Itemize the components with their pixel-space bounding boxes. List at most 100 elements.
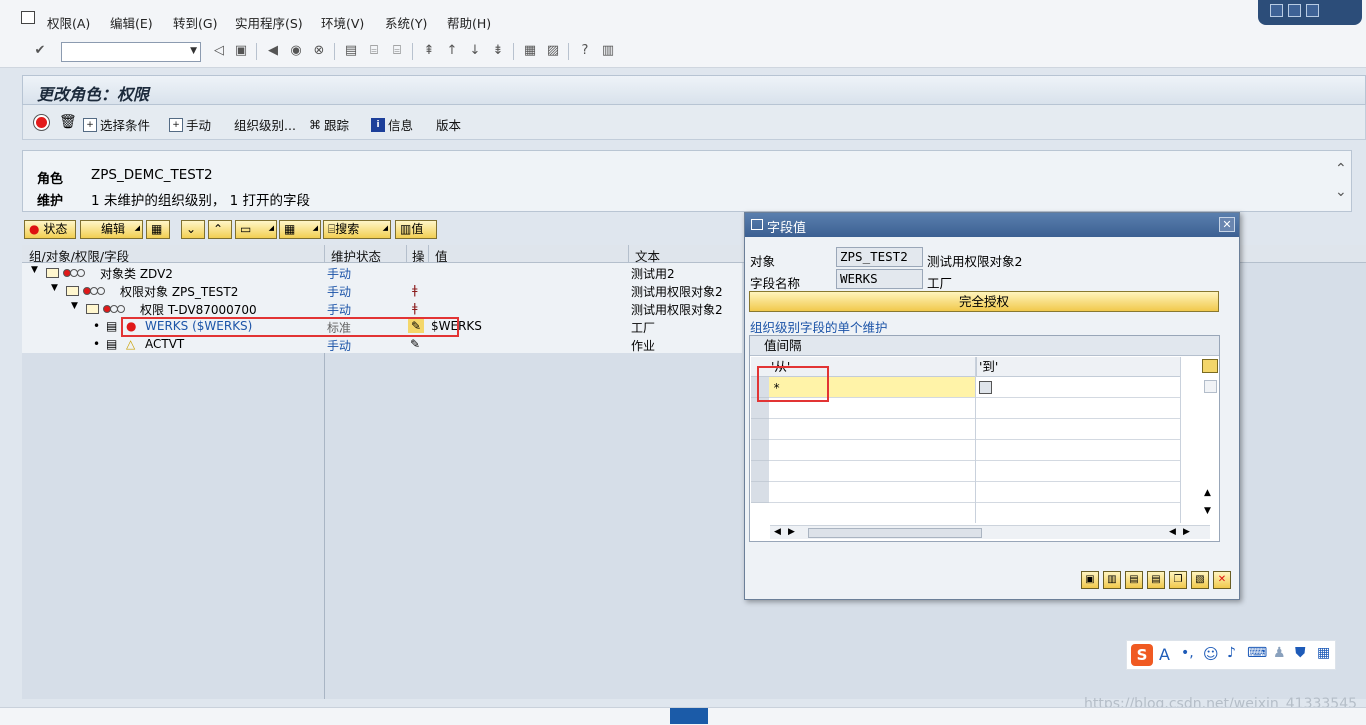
scroll-left-icon[interactable]: ◀ — [774, 527, 781, 537]
back-arrow-icon[interactable]: ◁ — [211, 43, 227, 59]
column-settings-icon[interactable] — [1202, 359, 1218, 373]
help-icon[interactable]: ? — [577, 43, 593, 59]
edit-button[interactable]: 编辑 ◢ — [80, 220, 143, 239]
scroll-down-icon[interactable]: ⌄ — [1335, 184, 1347, 200]
find-next-icon[interactable]: ⌸ — [389, 43, 405, 59]
menu-utilities[interactable]: 实用程序(S) — [235, 13, 303, 32]
trace-button[interactable]: ⌘ 跟踪 — [309, 115, 349, 134]
print-button[interactable]: ▭ ◢ — [235, 220, 277, 239]
delete-icon[interactable]: 🗑 — [59, 114, 77, 130]
skin-icon[interactable]: ♟ — [1273, 645, 1286, 661]
menu-help[interactable]: 帮助(H) — [447, 13, 491, 32]
expand-toggle-icon[interactable]: ▼ — [51, 283, 58, 293]
scroll-left-icon[interactable]: ◀ — [1169, 527, 1176, 537]
save-icon[interactable]: ▣ — [233, 43, 249, 59]
menu-environment[interactable]: 环境(V) — [321, 13, 364, 32]
multiple-selection-icon[interactable] — [979, 381, 992, 394]
tree-row[interactable]: ▼ 权限对象 ZPS_TEST2 手动 ǂ 测试用权限对象2 — [22, 281, 742, 299]
status-button[interactable]: ● 状态 — [24, 220, 76, 239]
prev-page-icon[interactable]: ↑ — [444, 43, 460, 59]
value-button[interactable]: ▥值 — [395, 220, 437, 239]
expand-button[interactable]: ⌄ — [181, 220, 205, 239]
grid-menu-icon[interactable]: ▦ — [1317, 645, 1330, 661]
enter-icon[interactable]: ✔ — [32, 43, 48, 59]
org-level-button[interactable]: ▦ — [146, 220, 170, 239]
row-selector[interactable] — [751, 419, 769, 440]
menu-system[interactable]: 系统(Y) — [385, 13, 427, 32]
chevron-down-icon[interactable]: ▼ — [190, 46, 197, 56]
insert-row-icon[interactable]: ▤ — [1125, 571, 1143, 589]
authorization-operation-icon[interactable]: ǂ — [412, 301, 418, 315]
scroll-right-icon[interactable]: ▶ — [1183, 527, 1190, 537]
scroll-thumb[interactable] — [808, 528, 982, 538]
tree-row[interactable]: • ▤ △ ACTVT 手动 ✎ 作业 — [22, 335, 742, 353]
version-button[interactable]: 版本 — [436, 115, 461, 134]
emoji-icon[interactable]: ☺ — [1203, 645, 1219, 663]
layout-icon[interactable]: ▥ — [600, 43, 616, 59]
tree-row[interactable]: ▼ 权限 T-DV87000700 手动 ǂ 测试用权限对象2 — [22, 299, 742, 317]
scroll-right-icon[interactable]: ▶ — [788, 527, 795, 537]
collapse-button[interactable]: ⌃ — [208, 220, 232, 239]
traffic-light-icon — [82, 284, 105, 298]
exit-icon[interactable]: ◉ — [288, 43, 304, 59]
minimize-icon[interactable] — [1270, 4, 1283, 17]
horizontal-scrollbar[interactable]: ◀ ▶ ◀ ▶ — [770, 525, 1210, 539]
dropdown-arrow-icon: ◢ — [268, 224, 274, 232]
restore-icon[interactable] — [1288, 4, 1301, 17]
shortcut-icon[interactable]: ▨ — [545, 43, 561, 59]
object-operation-icon[interactable]: ǂ — [412, 283, 418, 297]
menu-icon[interactable] — [21, 11, 35, 24]
menu-authorization[interactable]: 权限(A) — [47, 13, 90, 32]
highlight-box — [757, 366, 829, 402]
find-icon[interactable]: ⌸ — [366, 43, 382, 59]
save-icon[interactable]: ▣ — [1081, 571, 1099, 589]
sogou-logo-icon[interactable]: S — [1131, 644, 1153, 666]
select-criteria-button[interactable]: + 选择条件 — [83, 115, 150, 134]
col-to-header[interactable]: '到' — [976, 357, 1180, 377]
menu-goto[interactable]: 转到(G) — [173, 13, 217, 32]
expand-toggle-icon[interactable]: ▼ — [71, 301, 78, 311]
punctuation-icon[interactable]: •, — [1181, 645, 1194, 661]
delete-row-icon[interactable]: ▥ — [1103, 571, 1121, 589]
expand-toggle-icon[interactable]: ▼ — [31, 265, 38, 275]
row-selector[interactable] — [751, 440, 769, 461]
tree-row[interactable]: ▼ 对象类 ZDV2 手动 测试用2 — [22, 263, 742, 281]
pencil-icon[interactable]: ✎ — [410, 337, 420, 351]
cancel-icon[interactable]: ✕ — [1213, 571, 1231, 589]
scroll-up-arrow-icon[interactable]: ▲ — [1204, 488, 1211, 498]
highlight-box — [121, 317, 459, 337]
full-authorization-button[interactable]: 完全授权 — [749, 291, 1219, 312]
keyboard-icon[interactable]: ⌨ — [1247, 645, 1267, 661]
last-page-icon[interactable]: ⇟ — [490, 43, 506, 59]
back-icon[interactable]: ◀ — [265, 43, 281, 59]
close-window-icon[interactable] — [1306, 4, 1319, 17]
row-selector[interactable] — [751, 461, 769, 482]
print-icon[interactable]: ▤ — [343, 43, 359, 59]
search-button[interactable]: ⌸搜索 ◢ — [323, 220, 391, 239]
select-icon[interactable]: ▤ — [1147, 571, 1165, 589]
screen-title-bar: 更改角色：权限 — [22, 75, 1366, 105]
generate-icon[interactable] — [34, 115, 49, 130]
paste-icon[interactable]: ▧ — [1191, 571, 1209, 589]
column-select-icon[interactable] — [1204, 380, 1217, 393]
microphone-icon[interactable]: ♪ — [1227, 645, 1236, 661]
scroll-down-arrow-icon[interactable]: ▼ — [1204, 506, 1211, 516]
scroll-up-icon[interactable]: ⌃ — [1335, 161, 1347, 177]
language-icon[interactable]: A — [1159, 645, 1170, 664]
manual-button[interactable]: + 手动 — [169, 115, 211, 134]
command-field[interactable]: ▼ — [61, 42, 201, 62]
new-session-icon[interactable]: ▦ — [522, 43, 538, 59]
org-levels-button[interactable]: 组织级别... — [234, 115, 296, 134]
vertical-scrollbar[interactable]: ▲ ▼ — [1202, 484, 1216, 524]
next-page-icon[interactable]: ↓ — [467, 43, 483, 59]
cancel-icon[interactable]: ⊗ — [311, 43, 327, 59]
to-value-cell[interactable] — [976, 377, 1180, 398]
layout-button[interactable]: ▦ ◢ — [279, 220, 321, 239]
info-button[interactable]: i 信息 — [371, 115, 413, 134]
close-icon[interactable]: ✕ — [1219, 217, 1235, 232]
shirt-icon[interactable]: ⛊ — [1295, 645, 1306, 661]
first-page-icon[interactable]: ⇞ — [421, 43, 437, 59]
menu-edit[interactable]: 编辑(E) — [110, 13, 153, 32]
row-selector[interactable] — [751, 482, 769, 503]
copy-icon[interactable]: ❐ — [1169, 571, 1187, 589]
